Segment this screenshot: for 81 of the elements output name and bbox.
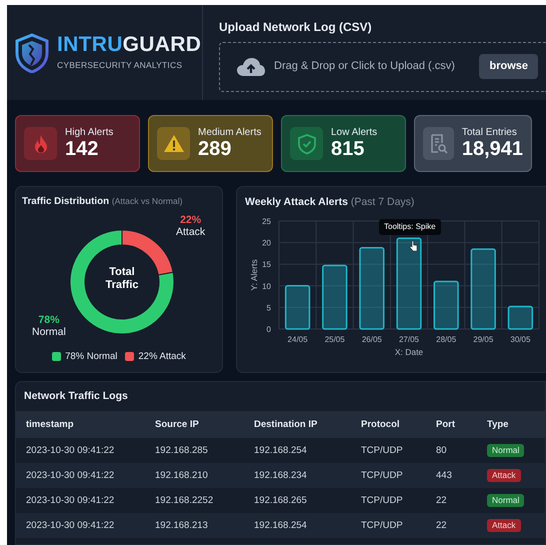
column-header: Protocol [351, 411, 426, 438]
y-axis-title: Y: Alerts [249, 259, 259, 290]
column-header: timestamp [16, 411, 145, 438]
table-cell: 192.168.234 [244, 463, 351, 488]
stat-value: 18,941 [462, 138, 523, 160]
stat-label: Total Entries [462, 127, 518, 138]
panel-subtitle: (Attack vs Normal) [112, 196, 182, 206]
table-cell: 2023-10-30 09:41:22 [16, 438, 145, 464]
table-cell: TCP/UDP [351, 488, 426, 514]
type-tag: Attack [487, 469, 521, 482]
hand-cursor-icon [409, 240, 418, 252]
brand-tagline: CYBERSECURITY ANALYTICS [57, 58, 184, 72]
type-tag: Normal [487, 444, 524, 457]
slice-name: Normal [32, 326, 66, 338]
bar [284, 284, 310, 330]
table-cell: 192.168.2252 [145, 488, 244, 514]
slice-name: Attack [176, 226, 206, 238]
stat-label: High Alerts [65, 127, 114, 138]
table-cell: TCP/UDP [351, 463, 426, 488]
bar [508, 306, 534, 330]
donut-center-label: Total Traffic [104, 266, 140, 294]
cloud-upload-icon [236, 56, 266, 76]
slice-percent: 78% [37, 314, 60, 326]
upload-hint: Drag & Drop or Click to Upload (.csv) [274, 59, 456, 74]
y-tick-label: 20 [262, 238, 271, 248]
legend-label: 78% Normal [65, 350, 118, 364]
table-cell: 192.168.210 [145, 463, 244, 488]
table-cell: 22 [426, 488, 477, 514]
type-tag: Attack [487, 519, 521, 532]
type-tag: Normal [487, 494, 524, 508]
table-cell: 192.168.254 [244, 438, 351, 464]
shield-icon [15, 32, 49, 72]
x-axis-title: X: Date [394, 346, 424, 357]
tooltip-box: Tooltips: Spike [379, 219, 441, 236]
table-cell: 22 [426, 513, 477, 538]
panel-title: Traffic Distribution (Attack vs Normal) [22, 195, 184, 209]
table-cell: 192.168.265 [244, 488, 351, 514]
bar [434, 280, 459, 330]
y-tick-label: 25 [262, 216, 271, 226]
shield-check-icon [296, 132, 318, 154]
table-cell: TCP/UDP [351, 513, 426, 538]
browse-button[interactable]: browse [479, 54, 538, 79]
y-tick-label: 10 [262, 282, 271, 291]
slice-percent: 22% [179, 214, 202, 226]
column-header: Port [426, 411, 477, 438]
column-header: Source IP [145, 411, 244, 438]
panel-title: Weekly Attack Alerts (Past 7 Days) [245, 195, 416, 210]
x-tick-label: 25/05 [324, 334, 345, 344]
x-tick-label: 29/05 [473, 334, 494, 344]
column-header: Type [477, 411, 545, 438]
bar [322, 264, 348, 330]
x-tick-label: 24/05 [288, 334, 308, 344]
upload-dropzone[interactable]: Drag & Drop or Click to Upload (.csv) browse [219, 42, 546, 92]
x-tick-label: 27/05 [398, 334, 420, 344]
legend-label: 22% Attack [138, 350, 186, 364]
table-cell: 2023-10-30 09:41:22 [16, 463, 145, 488]
table-cell: TCP/UDP [351, 438, 426, 464]
x-tick-label: 28/05 [436, 334, 456, 344]
table-cell: 2023-10-30 09:41:22 [16, 513, 145, 538]
stat-value: 142 [65, 138, 100, 160]
y-tick-label: 15 [262, 260, 271, 269]
table-cell: 80 [426, 438, 477, 464]
x-tick-label: 30/05 [510, 334, 530, 344]
column-header: Destination IP [244, 411, 351, 438]
brand-name: INTRUGUARD [57, 34, 202, 55]
table-cell: 2023-10-30 09:41:22 [16, 488, 145, 514]
table-cell: 192.168.254 [244, 513, 351, 538]
stat-value: 815 [331, 138, 366, 160]
y-tick-label: 0 [266, 324, 271, 334]
x-tick-label: 26/05 [362, 334, 382, 344]
y-tick-label: 5 [266, 303, 271, 312]
upload-title: Upload Network Log (CSV) [219, 18, 373, 36]
stat-label: Medium Alerts [198, 127, 262, 138]
stat-label: Low Alerts [331, 127, 378, 138]
table-cell: 443 [426, 463, 477, 488]
panel-title: Network Traffic Logs [23, 389, 129, 404]
panel-subtitle: (Past 7 Days) [350, 196, 414, 208]
table-cell: 192.168.213 [145, 513, 244, 538]
stat-value: 289 [198, 138, 232, 160]
warning-icon [162, 132, 184, 154]
table-cell: 192.168.285 [145, 438, 244, 464]
